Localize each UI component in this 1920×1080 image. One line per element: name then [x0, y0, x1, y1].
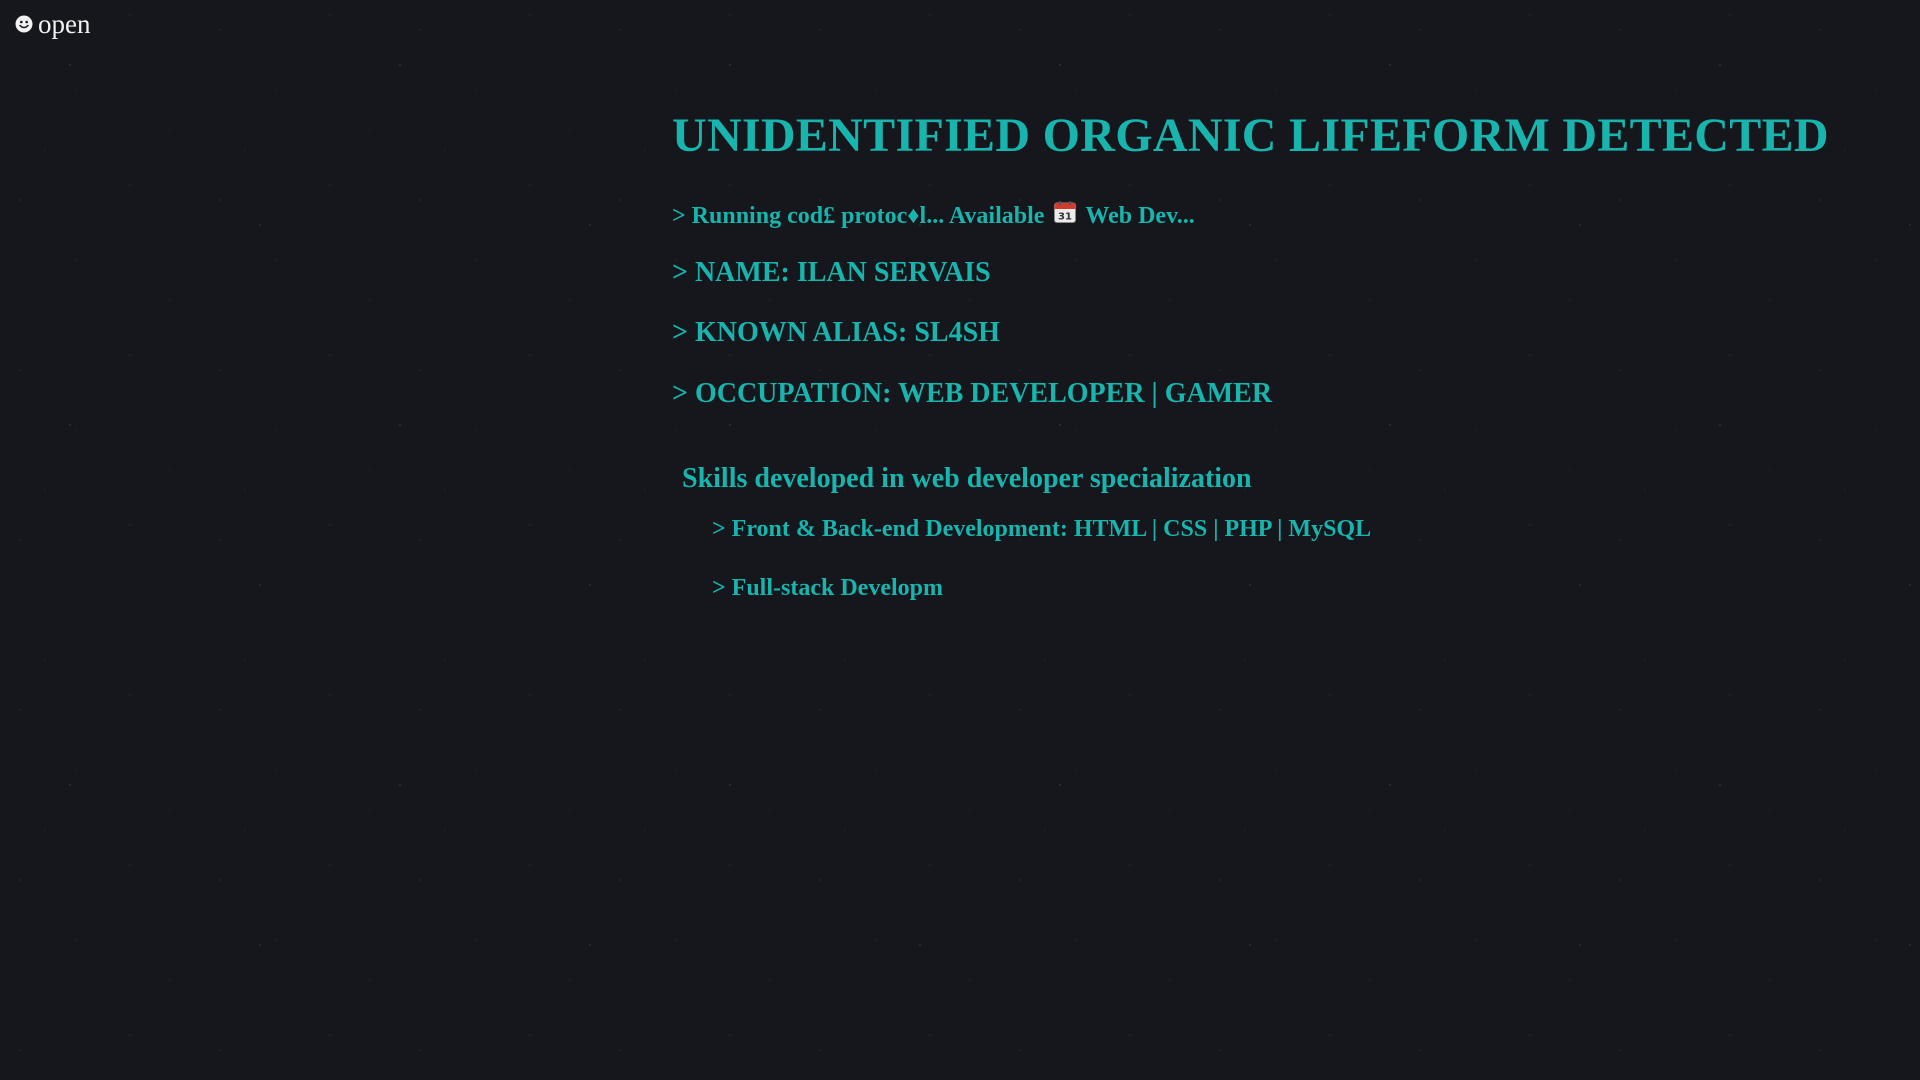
- skill-item-front-back-end: > Front & Back-end Development: HTML | C…: [712, 516, 1372, 542]
- calendar-icon: 31: [1053, 200, 1077, 232]
- calendar-day-text: 31: [1058, 212, 1072, 223]
- status-suffix: Web Dev...: [1085, 203, 1195, 229]
- skill-item-full-stack: > Full-stack Developm: [712, 575, 943, 601]
- terminal-panel: UNIDENTIFIED ORGANIC LIFEFORM DETECTED >…: [672, 106, 1912, 603]
- skills-title: Skills developed in web developer specia…: [682, 463, 1252, 494]
- occupation-line: > OCCUPATION: WEB DEVELOPER | GAMER: [672, 378, 1273, 409]
- status-line: > Running cod£ protoc♦l... Available 31 …: [672, 200, 1912, 232]
- alias-line: > KNOWN ALIAS: SL4SH: [672, 317, 1000, 348]
- smiley-face-icon: [14, 14, 34, 34]
- status-prefix: > Running cod£ protoc♦l... Available: [672, 203, 1045, 229]
- name-line: > NAME: ILAN SERVAIS: [672, 257, 991, 288]
- open-menu-toggle[interactable]: open: [14, 8, 90, 40]
- open-label: open: [38, 9, 91, 39]
- page-title: UNIDENTIFIED ORGANIC LIFEFORM DETECTED: [672, 109, 1829, 162]
- skills-section: Skills developed in web developer specia…: [672, 462, 1912, 603]
